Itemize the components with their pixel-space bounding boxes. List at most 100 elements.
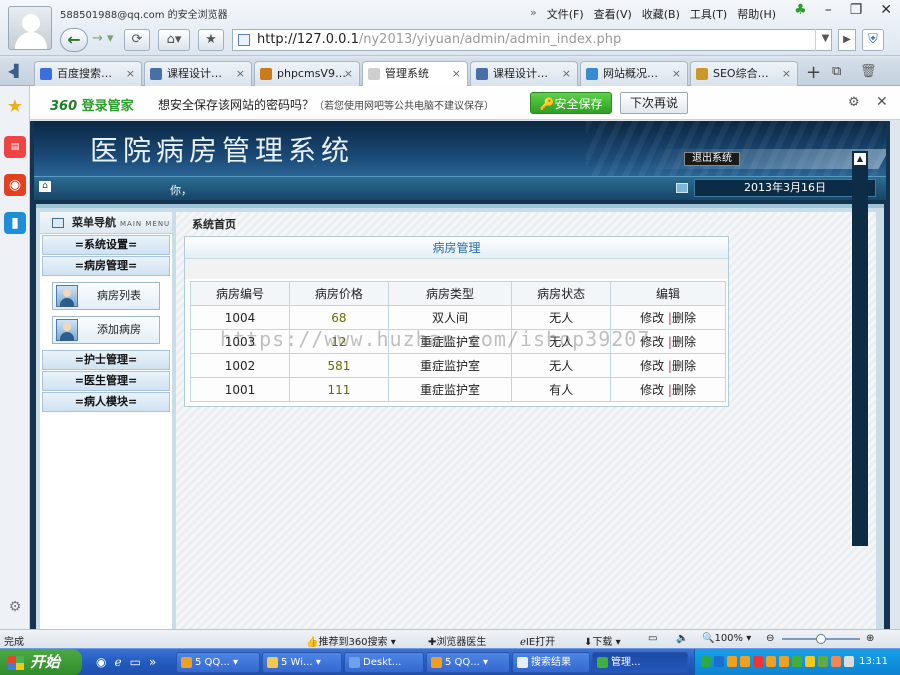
forward-button[interactable]: → ▾: [92, 31, 114, 46]
home-button[interactable]: ⌂▾: [158, 29, 190, 51]
menu-favorites[interactable]: 收藏(B): [642, 6, 680, 22]
sidebar-item-add-ward[interactable]: 添加病房: [52, 316, 160, 344]
tab-phpcms[interactable]: phpcmsV9… ×: [254, 61, 360, 86]
tab-close-icon[interactable]: ×: [672, 62, 681, 85]
back-button[interactable]: ←: [60, 28, 88, 52]
tray-icon[interactable]: [831, 656, 841, 667]
refresh-button[interactable]: ⟳: [124, 29, 150, 51]
tab-close-icon[interactable]: ×: [344, 62, 353, 85]
new-tab-icon[interactable]: +: [806, 62, 821, 83]
more-icon[interactable]: »: [149, 655, 156, 669]
menu-file[interactable]: 文件(F): [547, 6, 584, 22]
shield-icon[interactable]: [805, 656, 815, 667]
qq-icon[interactable]: [766, 656, 776, 667]
menu-tools[interactable]: 工具(T): [690, 6, 727, 22]
tab-close-icon[interactable]: ×: [782, 62, 791, 85]
menu-view[interactable]: 查看(V): [594, 6, 632, 22]
taskbar-admin[interactable]: 管理...: [592, 652, 688, 673]
volume-icon[interactable]: [844, 656, 854, 667]
delete-link[interactable]: 删除: [672, 335, 696, 349]
edit-link[interactable]: 修改: [640, 383, 664, 397]
qq-icon[interactable]: [740, 656, 750, 667]
tab-course-2[interactable]: 课程设计… ×: [470, 61, 578, 86]
tab-close-icon[interactable]: ×: [236, 62, 245, 85]
logout-button[interactable]: 退出系统: [684, 152, 740, 166]
home-icon[interactable]: ⌂: [39, 181, 51, 192]
settings-gear-icon[interactable]: ⚙: [4, 596, 26, 618]
skin-shirt-icon[interactable]: ♣: [794, 2, 807, 18]
start-button[interactable]: 开始: [0, 649, 82, 675]
ie-open-button[interactable]: ℯIE打开: [520, 633, 555, 648]
ie-icon[interactable]: ℯ: [114, 655, 121, 669]
taskbar-desktop[interactable]: Deskt...: [344, 652, 424, 673]
folder-icon[interactable]: ▭: [130, 655, 141, 669]
sidebar-toggle-icon[interactable]: ◂▌: [8, 64, 23, 78]
closed-tabs-icon[interactable]: ⧉: [832, 64, 841, 79]
sidebar-group-ward[interactable]: =病房管理=: [42, 256, 170, 276]
safe-save-button[interactable]: 🔑安全保存: [530, 92, 612, 114]
edit-cell: 修改 |删除: [610, 377, 726, 402]
address-dropdown-icon[interactable]: ▼: [815, 29, 835, 51]
sidebar-item-ward-list[interactable]: 病房列表: [52, 282, 160, 310]
tab-seo[interactable]: SEO综合… ×: [690, 61, 798, 86]
edit-link[interactable]: 修改: [640, 359, 664, 373]
column-header: 病房价格: [288, 281, 389, 306]
news-icon[interactable]: ▤: [4, 136, 26, 158]
tray-icon[interactable]: [792, 656, 802, 667]
edit-link[interactable]: 修改: [640, 311, 664, 325]
delete-link[interactable]: 删除: [672, 383, 696, 397]
favorites-star-icon[interactable]: ★: [4, 96, 26, 118]
sidebar-group-system[interactable]: =系统设置=: [42, 235, 170, 255]
menu-overflow-icon[interactable]: »: [530, 6, 537, 22]
maximize-icon[interactable]: ❐: [850, 2, 863, 18]
recommend-360-button[interactable]: 👍推荐到360搜索 ▾: [306, 633, 396, 648]
zoom-control[interactable]: 🔍100% ▾: [702, 633, 751, 644]
qq-icon[interactable]: [727, 656, 737, 667]
taskbar-search-results[interactable]: 搜索结果: [512, 652, 590, 673]
favorite-star-button[interactable]: ★: [198, 29, 224, 51]
browser-doctor-button[interactable]: ✚浏览器医生: [428, 633, 486, 648]
tab-close-icon[interactable]: ×: [126, 62, 135, 85]
taskbar-windows[interactable]: 5 Wi... ▾: [262, 652, 342, 673]
close-icon[interactable]: ✕: [880, 2, 892, 18]
zoom-in-icon[interactable]: ⊕: [866, 633, 874, 644]
zoom-out-icon[interactable]: ⊖: [766, 633, 774, 644]
tab-site-overview[interactable]: 网站概况… ×: [580, 61, 688, 86]
zoom-slider-handle[interactable]: [816, 634, 826, 644]
tray-icon[interactable]: [701, 656, 711, 667]
security-shield-icon[interactable]: ⛨: [862, 29, 884, 51]
page-scrollbar[interactable]: ▲: [852, 151, 868, 546]
sidebar-group-nurse[interactable]: =护士管理=: [42, 350, 170, 370]
scroll-up-icon[interactable]: ▲: [854, 153, 866, 165]
delete-link[interactable]: 删除: [672, 311, 696, 325]
tab-close-icon[interactable]: ×: [562, 62, 571, 85]
browser-360-icon[interactable]: ◉: [96, 655, 106, 669]
tab-close-icon[interactable]: ×: [452, 62, 461, 85]
delete-link[interactable]: 删除: [672, 359, 696, 373]
tab-baidu[interactable]: 百度搜索… ×: [34, 61, 142, 86]
sidebar-group-doctor[interactable]: =医生管理=: [42, 371, 170, 391]
tray-icon[interactable]: [818, 656, 828, 667]
qq-icon[interactable]: [779, 656, 789, 667]
minimize-icon[interactable]: –: [825, 2, 832, 18]
download-button[interactable]: ⬇下载 ▾: [584, 633, 621, 648]
weibo-icon[interactable]: ◉: [4, 174, 26, 196]
go-button[interactable]: ▶: [838, 29, 856, 51]
sound-icon[interactable]: 🔈: [676, 633, 688, 644]
tab-admin-system[interactable]: 管理系统 ×: [362, 61, 468, 86]
mobile-icon[interactable]: ▮: [4, 212, 26, 234]
tab-course-1[interactable]: 课程设计… ×: [144, 61, 252, 86]
close-icon[interactable]: ✕: [876, 94, 888, 110]
later-button[interactable]: 下次再说: [620, 92, 688, 114]
taskbar-qq-2[interactable]: 5 QQ... ▾: [426, 652, 510, 673]
sidebar-group-patient[interactable]: =病人模块=: [42, 392, 170, 412]
user-avatar[interactable]: [8, 6, 52, 50]
menu-help[interactable]: 帮助(H): [737, 6, 776, 22]
tray-icon[interactable]: [714, 656, 724, 667]
gear-icon[interactable]: ⚙: [848, 95, 860, 110]
window-icon[interactable]: ▭: [648, 633, 657, 644]
address-bar[interactable]: http://127.0.0.1/ny2013/yiyuan/admin/adm…: [232, 29, 832, 51]
taskbar-qq-1[interactable]: 5 QQ... ▾: [176, 652, 260, 673]
tray-icon[interactable]: [753, 656, 763, 667]
trash-icon[interactable]: 🗑: [860, 64, 877, 79]
